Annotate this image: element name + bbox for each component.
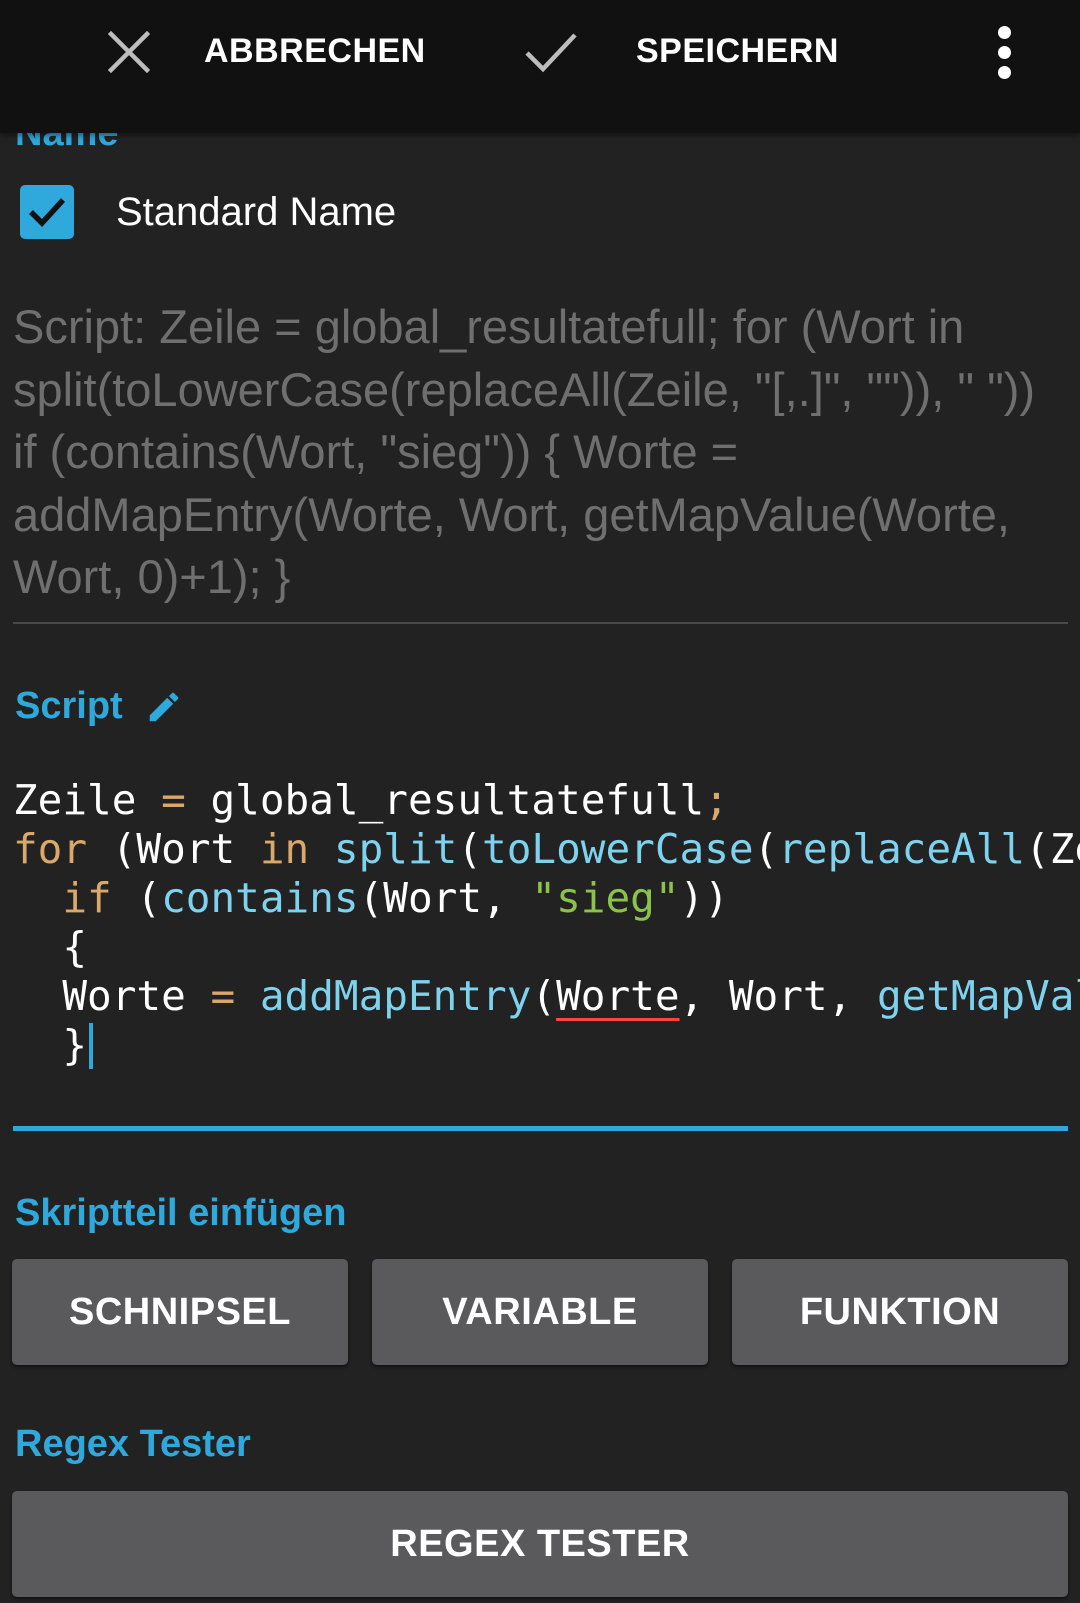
more-vert-icon[interactable] <box>992 24 1016 80</box>
code-token: global_resultatefull <box>185 776 705 824</box>
code-line: for (Wort in split(toLowerCase(replaceAl… <box>13 825 1080 874</box>
code-token: split <box>333 825 458 873</box>
code-token: for <box>13 825 88 873</box>
top-toolbar: ABBRECHEN SPEICHERN <box>0 0 1080 133</box>
save-label: SPEICHERN <box>636 32 839 70</box>
script-section-label: Script <box>15 685 123 727</box>
code-token: )) <box>679 874 729 922</box>
standard-name-checkbox[interactable] <box>20 185 74 239</box>
code-token: (Wort, <box>358 874 532 922</box>
code-token: ( <box>111 874 162 922</box>
code-token: { <box>13 923 88 971</box>
code-token: contains <box>161 874 359 922</box>
code-line: } <box>13 1021 1080 1070</box>
variable-button[interactable]: VARIABLE <box>372 1259 708 1365</box>
text-cursor <box>89 1023 94 1069</box>
code-line: { <box>13 923 1080 972</box>
checkmark-icon <box>29 198 66 227</box>
code-token: Zeile <box>13 776 162 824</box>
regex-section-label: Regex Tester <box>15 1423 251 1465</box>
close-icon <box>108 30 150 73</box>
code-token: toLowerCase <box>482 825 754 873</box>
code-token: ( <box>531 972 557 1020</box>
standard-name-label: Standard Name <box>116 189 397 234</box>
code-line: Worte = addMapEntry(Worte, Wort, getMapV… <box>13 972 1080 1021</box>
code-token: ( <box>457 825 483 873</box>
code-token: in <box>259 825 310 873</box>
save-button[interactable]: SPEICHERN <box>524 0 839 103</box>
code-token: addMapEntry <box>259 972 532 1020</box>
code-token: } <box>13 1021 88 1069</box>
script-code-editor[interactable]: Zeile = global_resultatefull; for (Wort i… <box>13 776 1080 1070</box>
check-icon <box>525 32 577 72</box>
cancel-button[interactable]: ABBRECHEN <box>108 0 426 103</box>
code-token: ; <box>704 776 729 824</box>
code-token: getMapValue <box>876 972 1080 1020</box>
insert-section-label: Skriptteil einfügen <box>15 1192 347 1234</box>
code-token: , Wort, <box>679 972 877 1020</box>
cancel-label: ABBRECHEN <box>204 32 426 70</box>
standard-name-checkbox-row[interactable]: Standard Name <box>20 185 396 239</box>
function-button[interactable]: FUNKTION <box>732 1259 1068 1365</box>
name-input-underline <box>13 622 1068 624</box>
code-line: if (contains(Wort, "sieg")) <box>13 874 1080 923</box>
code-token: (Wort <box>87 825 260 873</box>
code-token: = <box>161 776 186 824</box>
code-token: Worte <box>13 972 211 1020</box>
regex-tester-button[interactable]: REGEX TESTER <box>12 1491 1068 1597</box>
code-token: ( <box>753 825 779 873</box>
name-input[interactable]: Script: Zeile = global_resultatefull; fo… <box>13 296 1063 609</box>
code-token: "sieg" <box>531 874 680 922</box>
code-token: replaceAll <box>778 825 1026 873</box>
code-token-misspelled: Worte <box>556 972 680 1020</box>
snippet-button[interactable]: SCHNIPSEL <box>12 1259 348 1365</box>
script-editor-underline <box>13 1126 1068 1131</box>
code-token: if <box>62 874 112 922</box>
code-line: Zeile = global_resultatefull; <box>13 776 1080 825</box>
code-token: (Zeile, <box>1025 825 1080 873</box>
script-header: Script <box>15 685 183 728</box>
pencil-icon[interactable] <box>145 688 183 726</box>
code-token: = <box>210 972 236 1020</box>
